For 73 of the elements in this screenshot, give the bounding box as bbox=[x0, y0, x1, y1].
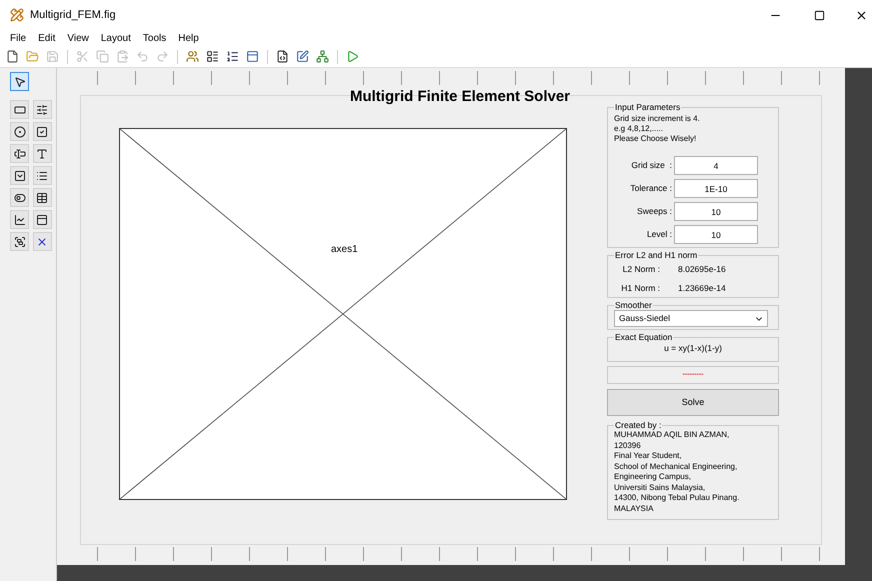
panel-title: Error L2 and H1 norm bbox=[614, 250, 698, 260]
palette-button[interactable] bbox=[32, 122, 52, 141]
panel-title: Exact Equation bbox=[614, 332, 674, 342]
input-field[interactable]: 10 bbox=[674, 225, 758, 244]
palette-button[interactable] bbox=[32, 100, 52, 119]
dropdown[interactable]: Gauss-Siedel bbox=[614, 310, 768, 327]
palette-button[interactable] bbox=[32, 144, 52, 163]
pointer-icon bbox=[14, 76, 26, 88]
equation-text: u = xy(1-x)(1-y) bbox=[663, 342, 723, 355]
palette-button[interactable] bbox=[10, 232, 29, 251]
menu-item[interactable]: Layout bbox=[100, 30, 131, 46]
palette-button[interactable] bbox=[10, 188, 29, 207]
palette-button[interactable] bbox=[32, 166, 52, 185]
axes-icon bbox=[14, 214, 26, 226]
palette-button[interactable] bbox=[10, 100, 29, 119]
popup-menu-icon bbox=[14, 170, 26, 182]
note-text: Please Choose Wisely! bbox=[614, 134, 698, 144]
field-label: Level : bbox=[646, 228, 673, 241]
menu-item[interactable]: Edit bbox=[38, 30, 56, 46]
input-field[interactable]: 4 bbox=[674, 156, 758, 175]
toggle-button-icon bbox=[14, 192, 26, 204]
palette-button[interactable] bbox=[10, 210, 29, 229]
input-field[interactable]: 10 bbox=[674, 202, 758, 221]
panel-title: Input Parameters bbox=[614, 102, 682, 112]
palette-button[interactable] bbox=[10, 72, 29, 91]
menu-item[interactable]: Tools bbox=[142, 30, 166, 46]
norm-label: H1 Norm : bbox=[620, 282, 661, 294]
menu-item[interactable]: Help bbox=[178, 30, 199, 46]
field-label: Sweeps : bbox=[636, 205, 673, 218]
solve-button[interactable]: Solve bbox=[607, 389, 779, 416]
palette-button[interactable] bbox=[32, 210, 52, 229]
figure-title: Multigrid Finite Element Solver bbox=[348, 88, 572, 106]
edit-text-icon bbox=[14, 148, 26, 160]
field-label: Tolerance : bbox=[629, 182, 673, 195]
credit-line: 120396 bbox=[614, 440, 642, 451]
menu-item[interactable]: File bbox=[10, 30, 26, 46]
palette-button[interactable] bbox=[10, 166, 29, 185]
app-icon bbox=[10, 8, 24, 22]
norm-value: 8.02695e-16 bbox=[677, 263, 726, 276]
credit-line: MALAYSIA bbox=[614, 504, 654, 514]
table-icon bbox=[36, 192, 48, 204]
radio-button-icon bbox=[14, 126, 26, 138]
field-label: Grid size : bbox=[630, 159, 673, 172]
credit-line: Final Year Student, bbox=[614, 451, 683, 462]
tab-order-icon[interactable] bbox=[226, 50, 239, 63]
credit-line: Universiti Sains Malaysia, bbox=[614, 482, 706, 493]
editor-icon[interactable] bbox=[276, 50, 289, 63]
norm-value: 1.23669e-14 bbox=[677, 282, 726, 294]
palette-button[interactable] bbox=[10, 144, 29, 163]
maximize-icon[interactable] bbox=[814, 10, 825, 20]
input-field[interactable]: 1E-10 bbox=[674, 179, 758, 198]
new-file-icon[interactable] bbox=[6, 50, 19, 63]
credit-line: School of Mechanical Engineering, bbox=[614, 462, 738, 472]
static-text-icon bbox=[36, 148, 48, 160]
credit-line: 14300, Nibong Tebal Pulau Pinang. bbox=[614, 493, 740, 504]
note-text: Grid size increment is 4. bbox=[614, 114, 701, 124]
palette-button[interactable] bbox=[32, 188, 52, 207]
credit-line: Engineering Campus, bbox=[614, 472, 692, 482]
push-button-icon bbox=[14, 104, 26, 116]
palette-button[interactable] bbox=[10, 122, 29, 141]
panel-title: Created by : bbox=[614, 420, 662, 430]
menu-item[interactable]: View bbox=[67, 30, 89, 46]
checkbox-icon bbox=[36, 126, 48, 138]
palette-button[interactable] bbox=[32, 232, 52, 251]
panel-icon bbox=[36, 214, 48, 226]
norm-label: L2 Norm : bbox=[622, 263, 661, 276]
window-title: Multigrid_FEM.fig bbox=[30, 8, 117, 23]
note-text: e.g 4,8,12,..... bbox=[614, 124, 664, 134]
panel-title: Smoother bbox=[614, 300, 653, 310]
run-icon[interactable] bbox=[346, 50, 359, 63]
slider-icon bbox=[36, 104, 48, 116]
credit-line: MUHAMMAD AQIL BIN AZMAN, bbox=[614, 430, 730, 440]
close-icon[interactable] bbox=[855, 8, 868, 22]
